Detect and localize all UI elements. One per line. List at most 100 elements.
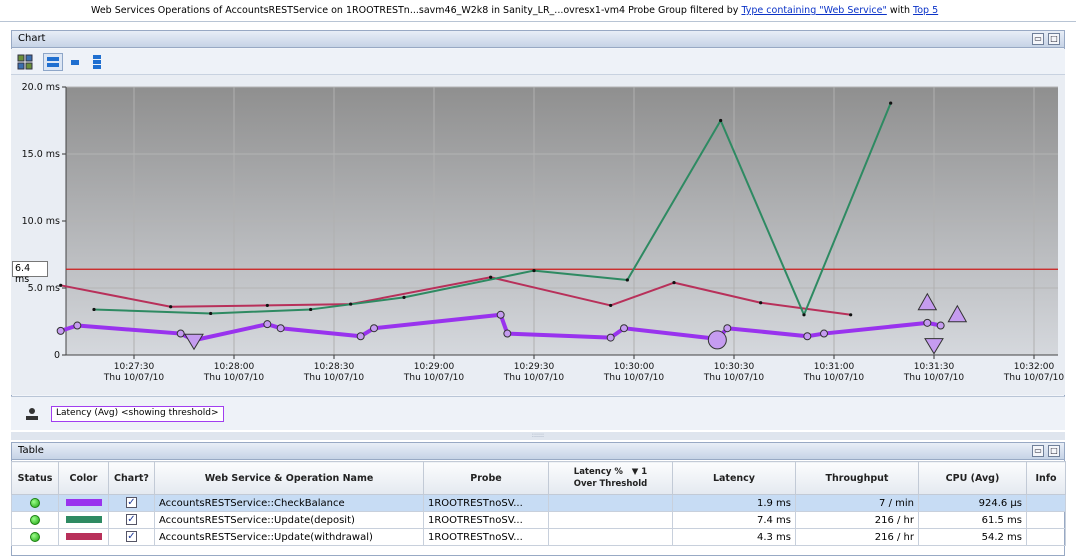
info-value bbox=[1026, 528, 1066, 546]
chart-area: 0 5.0 ms 10.0 ms 15.0 ms 20.0 ms 10:27:30 Thu … bbox=[11, 75, 1065, 395]
operation-name: AccountsRESTService::Update(deposit) bbox=[154, 511, 424, 529]
data-point bbox=[349, 302, 353, 306]
data-point bbox=[370, 324, 378, 333]
cpu-value: 61.5 ms bbox=[918, 511, 1027, 529]
col-color[interactable]: Color bbox=[58, 461, 109, 495]
chart-checkbox[interactable]: ✓ bbox=[126, 531, 137, 543]
x-tick-date: Thu 10/07/10 bbox=[103, 373, 164, 383]
col-latency[interactable]: Latency bbox=[672, 461, 796, 495]
data-point bbox=[723, 324, 732, 333]
data-point bbox=[889, 101, 893, 105]
maximize-icon[interactable]: □ bbox=[1048, 445, 1060, 457]
chart-checkbox[interactable]: ✓ bbox=[126, 497, 137, 509]
chart-cell[interactable]: ✓ bbox=[108, 511, 155, 529]
probe-name: 1ROOTRESTnoSV... bbox=[423, 528, 549, 546]
title-mid: with bbox=[886, 5, 914, 16]
data-point bbox=[56, 326, 65, 335]
x-tick-date: Thu 10/07/10 bbox=[703, 373, 764, 383]
color-cell[interactable] bbox=[58, 511, 109, 529]
col-throughput[interactable]: Throughput bbox=[795, 461, 919, 495]
y-tick-label: 5.0 ms bbox=[28, 283, 60, 294]
split-chart-icon[interactable] bbox=[87, 53, 107, 71]
status-cell bbox=[11, 511, 59, 529]
user-icon[interactable] bbox=[25, 407, 39, 424]
latency-value: 1.9 ms bbox=[672, 494, 796, 512]
col-latency-over-threshold[interactable]: Latency % ▼ 1 Over Threshold bbox=[548, 461, 673, 495]
info-value bbox=[1026, 511, 1066, 529]
probe-name: 1ROOTRESTnoSV... bbox=[423, 511, 549, 529]
data-point bbox=[503, 329, 512, 338]
x-tick-label: 10:32:00 bbox=[1014, 362, 1055, 372]
data-point bbox=[59, 283, 63, 287]
data-point bbox=[609, 303, 613, 308]
operation-name: AccountsRESTService::CheckBalance bbox=[154, 494, 424, 512]
x-tick-date: Thu 10/07/10 bbox=[203, 373, 264, 383]
table-row[interactable]: ✓ AccountsRESTService::Update(withdrawal… bbox=[11, 528, 1066, 546]
stacked-chart-icon[interactable] bbox=[43, 53, 63, 71]
data-point bbox=[802, 313, 806, 317]
title-text: Web Services Operations of AccountsRESTS… bbox=[91, 5, 742, 16]
page-title: Web Services Operations of AccountsRESTS… bbox=[0, 0, 1076, 22]
data-point bbox=[309, 307, 313, 312]
filter-link[interactable]: Type containing "Web Service" bbox=[741, 5, 886, 16]
chart-panel-title: Chart bbox=[18, 33, 46, 44]
status-ok-icon bbox=[30, 497, 40, 508]
col-chart[interactable]: Chart? bbox=[108, 461, 155, 495]
chart-panel-header: Chart ▭ □ bbox=[11, 30, 1065, 48]
status-ok-icon bbox=[30, 514, 40, 525]
single-chart-icon[interactable] bbox=[65, 53, 85, 71]
x-tick-date: Thu 10/07/10 bbox=[403, 373, 464, 383]
col-info[interactable]: Info bbox=[1026, 461, 1066, 495]
chart-cell[interactable]: ✓ bbox=[108, 528, 155, 546]
col-over-threshold: Over Threshold bbox=[573, 479, 648, 489]
table-row[interactable]: ✓ AccountsRESTService::CheckBalance 1ROO… bbox=[11, 494, 1066, 512]
x-tick-date: Thu 10/07/10 bbox=[503, 373, 564, 383]
restore-icon[interactable]: ▭ bbox=[1032, 33, 1044, 45]
color-cell[interactable] bbox=[58, 528, 109, 546]
col-name[interactable]: Web Service & Operation Name bbox=[154, 461, 424, 495]
threshold-label: 6.4 ms bbox=[12, 261, 48, 285]
restore-icon[interactable]: ▭ bbox=[1032, 445, 1044, 457]
x-tick-date: Thu 10/07/10 bbox=[1003, 373, 1064, 383]
latency-value: 7.4 ms bbox=[672, 511, 796, 529]
current-marker-icon bbox=[707, 330, 727, 350]
cpu-value: 924.6 µs bbox=[918, 494, 1027, 512]
col-status[interactable]: Status bbox=[11, 461, 59, 495]
latency-chart: 05.0 ms10.0 ms15.0 ms20.0 ms10:27:30Thu … bbox=[22, 82, 1065, 383]
data-point bbox=[263, 320, 272, 329]
data-point bbox=[276, 324, 285, 333]
chart-checkbox[interactable]: ✓ bbox=[126, 514, 137, 526]
col-probe[interactable]: Probe bbox=[423, 461, 549, 495]
color-swatch bbox=[65, 533, 102, 540]
data-point bbox=[923, 318, 932, 327]
latency-value: 4.3 ms bbox=[672, 528, 796, 546]
data-point bbox=[820, 329, 828, 338]
data-point bbox=[606, 333, 615, 342]
data-point bbox=[759, 301, 763, 305]
sort-order: 1 bbox=[641, 467, 648, 477]
x-tick-label: 10:28:00 bbox=[214, 362, 255, 372]
chart-cell[interactable]: ✓ bbox=[108, 494, 155, 512]
data-point bbox=[672, 281, 676, 285]
x-tick-label: 10:31:30 bbox=[914, 362, 955, 372]
over-threshold-value bbox=[548, 494, 673, 512]
data-point bbox=[402, 295, 406, 299]
panel-splitter[interactable]: :::::: bbox=[11, 432, 1065, 440]
throughput-value: 216 / hr bbox=[795, 528, 919, 546]
table-row[interactable]: ✓ AccountsRESTService::Update(deposit) 1… bbox=[11, 511, 1066, 529]
color-cell[interactable] bbox=[58, 494, 109, 512]
x-tick-label: 10:30:00 bbox=[614, 362, 655, 372]
throughput-value: 7 / min bbox=[795, 494, 919, 512]
grid-layout-icon[interactable] bbox=[15, 53, 35, 71]
x-tick-date: Thu 10/07/10 bbox=[303, 373, 364, 383]
y-tick-label: 0 bbox=[54, 350, 60, 361]
info-value bbox=[1026, 494, 1066, 512]
top-link[interactable]: Top 5 bbox=[913, 5, 938, 16]
y-tick-label: 15.0 ms bbox=[22, 149, 60, 160]
col-cpu[interactable]: CPU (Avg) bbox=[918, 461, 1027, 495]
maximize-icon[interactable]: □ bbox=[1048, 33, 1060, 45]
data-point bbox=[265, 303, 269, 308]
data-point bbox=[496, 310, 505, 319]
data-point bbox=[92, 307, 96, 312]
legend-metric-label[interactable]: Latency (Avg) <showing threshold> bbox=[51, 406, 224, 422]
